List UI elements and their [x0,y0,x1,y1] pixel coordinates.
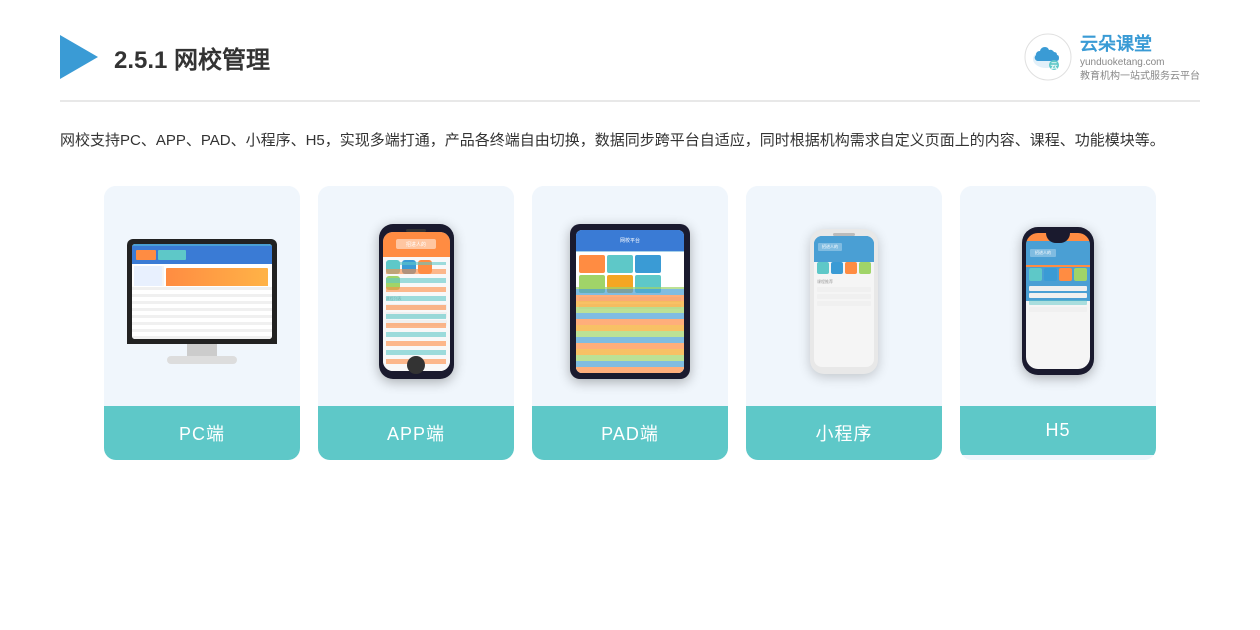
card-h5: 招进人的 [960,186,1156,460]
card-pc: PC端 [104,186,300,460]
phone-notch [1046,227,1070,243]
cloud-logo-icon: 云 [1024,33,1072,81]
card-miniprogram-label: 小程序 [746,406,942,460]
card-pad-label: PAD端 [532,406,728,460]
page: 2.5.1 网校管理 云 云朵课堂 yunduoketang.com 教育机构一… [0,0,1260,630]
card-app-image: 招进人的 课程列表 [318,186,514,406]
title-bold: 网校管理 [174,47,270,74]
card-h5-label: H5 [960,406,1156,455]
tablet-screen: 网校平台 [576,230,684,373]
description-content: 网校支持PC、APP、PAD、小程序、H5，实现多端打通，产品各终端自由切换，数… [60,132,1165,149]
pc-screen-inner [132,244,272,339]
device-phone-mini: 招进人的 课程推荐 [810,229,878,374]
brand-text-block: 云朵课堂 yunduoketang.com 教育机构一站式服务云平台 [1080,30,1200,84]
phone-screen-mini: 招进人的 课程推荐 [814,236,874,367]
device-phone-h5: 招进人的 [1022,227,1094,375]
pc-screen-outer [127,239,277,344]
phone-outer-mini: 招进人的 课程推荐 [810,229,878,374]
brand-name: 云朵课堂 [1080,30,1200,56]
pc-base [167,356,237,364]
device-pc [127,239,277,364]
card-pad-image: 网校平台 [532,186,728,406]
brand-url: yunduoketang.com 教育机构一站式服务云平台 [1080,56,1200,84]
card-pc-label: PC端 [104,406,300,460]
card-miniprogram-image: 招进人的 课程推荐 [746,186,942,406]
header-left: 2.5.1 网校管理 [60,35,270,79]
phone-outer-app: 招进人的 课程列表 [379,224,454,379]
description-text: 网校支持PC、APP、PAD、小程序、H5，实现多端打通，产品各终端自由切换，数… [60,126,1200,156]
card-app-label: APP端 [318,406,514,460]
title-prefix: 2.5.1 [114,47,174,74]
logo-triangle-icon [60,35,98,79]
screen-decoration-app: 招进人的 课程列表 [383,232,450,371]
cards-container: PC端 招进人的 [60,186,1200,460]
device-tablet: 网校平台 [570,224,690,379]
phone-screen-notch: 招进人的 [1026,233,1090,369]
phone-screen-app: 招进人的 课程列表 [383,232,450,371]
card-miniprogram: 招进人的 课程推荐 [746,186,942,460]
pc-screen-content [132,244,272,339]
header-right: 云 云朵课堂 yunduoketang.com 教育机构一站式服务云平台 [1024,30,1200,84]
device-phone-app: 招进人的 课程列表 [379,224,454,379]
page-title: 2.5.1 网校管理 [114,40,270,75]
pc-stand [187,344,217,356]
tablet-outer: 网校平台 [570,224,690,379]
svg-text:云: 云 [1051,62,1058,70]
phone-outer-notch: 招进人的 [1022,227,1094,375]
card-pc-image [104,186,300,406]
tablet-screen-inner: 网校平台 [576,230,684,373]
card-app: 招进人的 课程列表 [318,186,514,460]
page-header: 2.5.1 网校管理 云 云朵课堂 yunduoketang.com 教育机构一… [60,30,1200,102]
card-h5-image: 招进人的 [960,186,1156,406]
brand-logo: 云 云朵课堂 yunduoketang.com 教育机构一站式服务云平台 [1024,30,1200,84]
card-pad: 网校平台 [532,186,728,460]
